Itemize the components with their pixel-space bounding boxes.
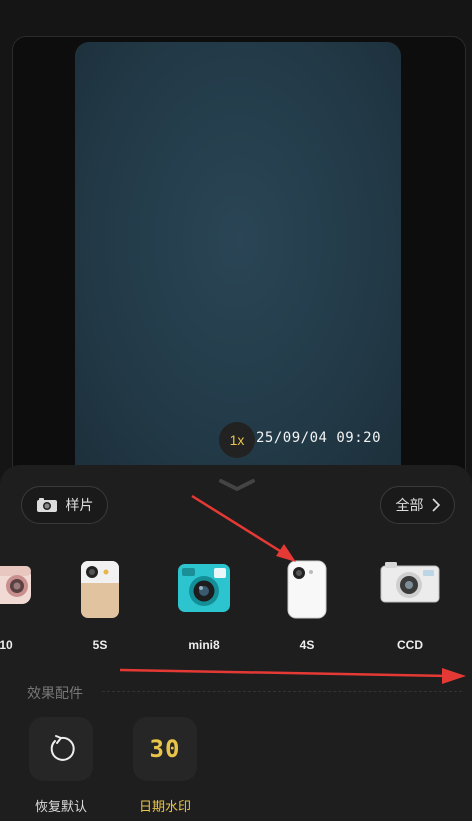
digital-date-icon: 30 (150, 735, 181, 763)
silver-ccd-camera-icon (380, 562, 440, 603)
camera-item-10[interactable]: 10 (0, 560, 40, 660)
reset-icon (50, 735, 75, 761)
teal-instax-camera-icon (178, 564, 230, 612)
camera-label: 4S (299, 638, 315, 652)
date-digits: 30 (149, 735, 181, 763)
chevron-right-icon (431, 498, 440, 512)
white-phone-camera-icon (287, 560, 327, 619)
all-cameras-button[interactable]: 全部 (380, 486, 455, 524)
camera-label: 10 (0, 638, 13, 652)
camera-label: 5S (92, 638, 108, 652)
camera-preview[interactable] (75, 42, 401, 482)
section-divider (102, 691, 462, 692)
effects-section-title: 效果配件 (27, 685, 83, 701)
pink-instant-camera-icon (0, 566, 31, 604)
gold-phone-camera-icon (81, 561, 119, 618)
camera-icon (36, 498, 57, 512)
zoom-button[interactable]: 1x (219, 422, 255, 458)
date-stamp: 25/09/04 09:20 (256, 430, 382, 446)
sample-button-label: 样片 (65, 497, 94, 513)
camera-item-4s[interactable]: 4S (267, 560, 347, 660)
camera-item-5s[interactable]: 5S (60, 560, 140, 660)
camera-label: mini8 (188, 638, 220, 652)
reset-label: 恢复默认 (34, 799, 87, 814)
date-watermark-button[interactable]: 30 (133, 717, 197, 781)
zoom-label: 1x (229, 432, 245, 448)
camera-item-mini8[interactable]: mini8 (164, 560, 244, 660)
camera-label: CCD (397, 638, 423, 652)
all-button-label: 全部 (395, 497, 424, 513)
reset-button[interactable] (29, 717, 93, 781)
date-watermark-label: 日期水印 (138, 799, 191, 814)
chevron-down-icon (219, 479, 255, 491)
camera-item-ccd[interactable]: CCD (370, 560, 450, 660)
sample-button[interactable]: 样片 (21, 486, 108, 524)
collapse-handle[interactable] (216, 475, 258, 495)
